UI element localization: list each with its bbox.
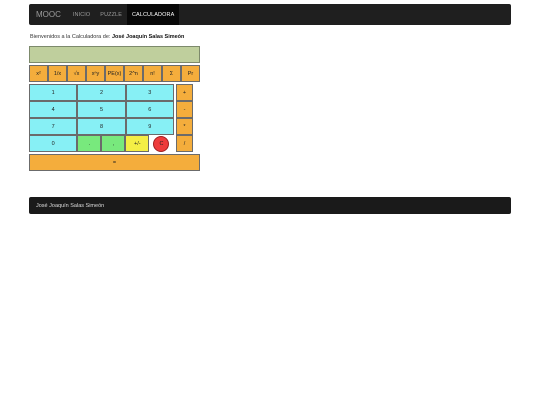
keypad-row: 7 8 9 [29,118,174,135]
nav-link-calculadora[interactable]: CALCULADORA [126,4,180,25]
product-button[interactable]: Pr [181,65,200,82]
sign-toggle-button[interactable]: +/- [125,135,150,152]
digit-8-button[interactable]: 8 [77,118,126,135]
calculator-display[interactable] [29,46,200,63]
navbar: MOOC INICIO PUZZLE CALCULADORA [29,4,511,25]
footer-author: José Joaquín Salas Simeón [36,202,105,209]
digit-6-button[interactable]: 6 [125,101,174,118]
power-button[interactable]: xⁿy [86,65,105,82]
subtract-button[interactable]: - [176,101,193,118]
power-of-two-button[interactable]: 2^n [124,65,143,82]
brand-link[interactable]: MOOC [29,4,68,25]
factorial-button[interactable]: n! [143,65,162,82]
comma-button[interactable]: , [101,135,126,152]
add-button[interactable]: + [176,84,193,101]
sqrt-button[interactable]: √x [67,65,86,82]
equals-button[interactable]: = [29,154,200,171]
footer: José Joaquín Salas Simeón [29,197,511,214]
keypad-row: 1 2 3 [29,84,174,101]
integer-part-button[interactable]: PE(x) [105,65,124,82]
function-key-row: x² 1/x √x xⁿy PE(x) 2^n n! Σ Pr [29,65,200,82]
sum-button[interactable]: Σ [162,65,181,82]
clear-button-wrapper: C [149,135,173,152]
welcome-text: Bienvenidos a la Calculadora de: José Jo… [30,34,184,40]
welcome-name: José Joaquín Salas Simeón [111,34,185,40]
square-button[interactable]: x² [29,65,48,82]
keypad-row: 4 5 6 [29,101,174,118]
nav-link-inicio[interactable]: INICIO [68,4,95,25]
digit-2-button[interactable]: 2 [77,84,126,101]
operator-column: + - * / [176,84,193,152]
decimal-point-button[interactable]: . [77,135,102,152]
multiply-button[interactable]: * [176,118,193,135]
keypad-row: 0 . , +/- C [29,135,174,152]
digit-keypad: 1 2 3 4 5 6 7 8 9 0 . , +/- C [29,84,174,152]
digit-5-button[interactable]: 5 [77,101,126,118]
clear-button[interactable]: C [153,135,170,152]
reciprocal-button[interactable]: 1/x [48,65,67,82]
digit-3-button[interactable]: 3 [125,84,174,101]
digit-0-button[interactable]: 0 [29,135,78,152]
divide-button[interactable]: / [176,135,193,152]
digit-4-button[interactable]: 4 [29,101,78,118]
welcome-prefix: Bienvenidos a la Calculadora de: [30,34,111,40]
digit-9-button[interactable]: 9 [125,118,174,135]
nav-link-puzzle[interactable]: PUZZLE [95,4,127,25]
digit-1-button[interactable]: 1 [29,84,78,101]
digit-7-button[interactable]: 7 [29,118,78,135]
